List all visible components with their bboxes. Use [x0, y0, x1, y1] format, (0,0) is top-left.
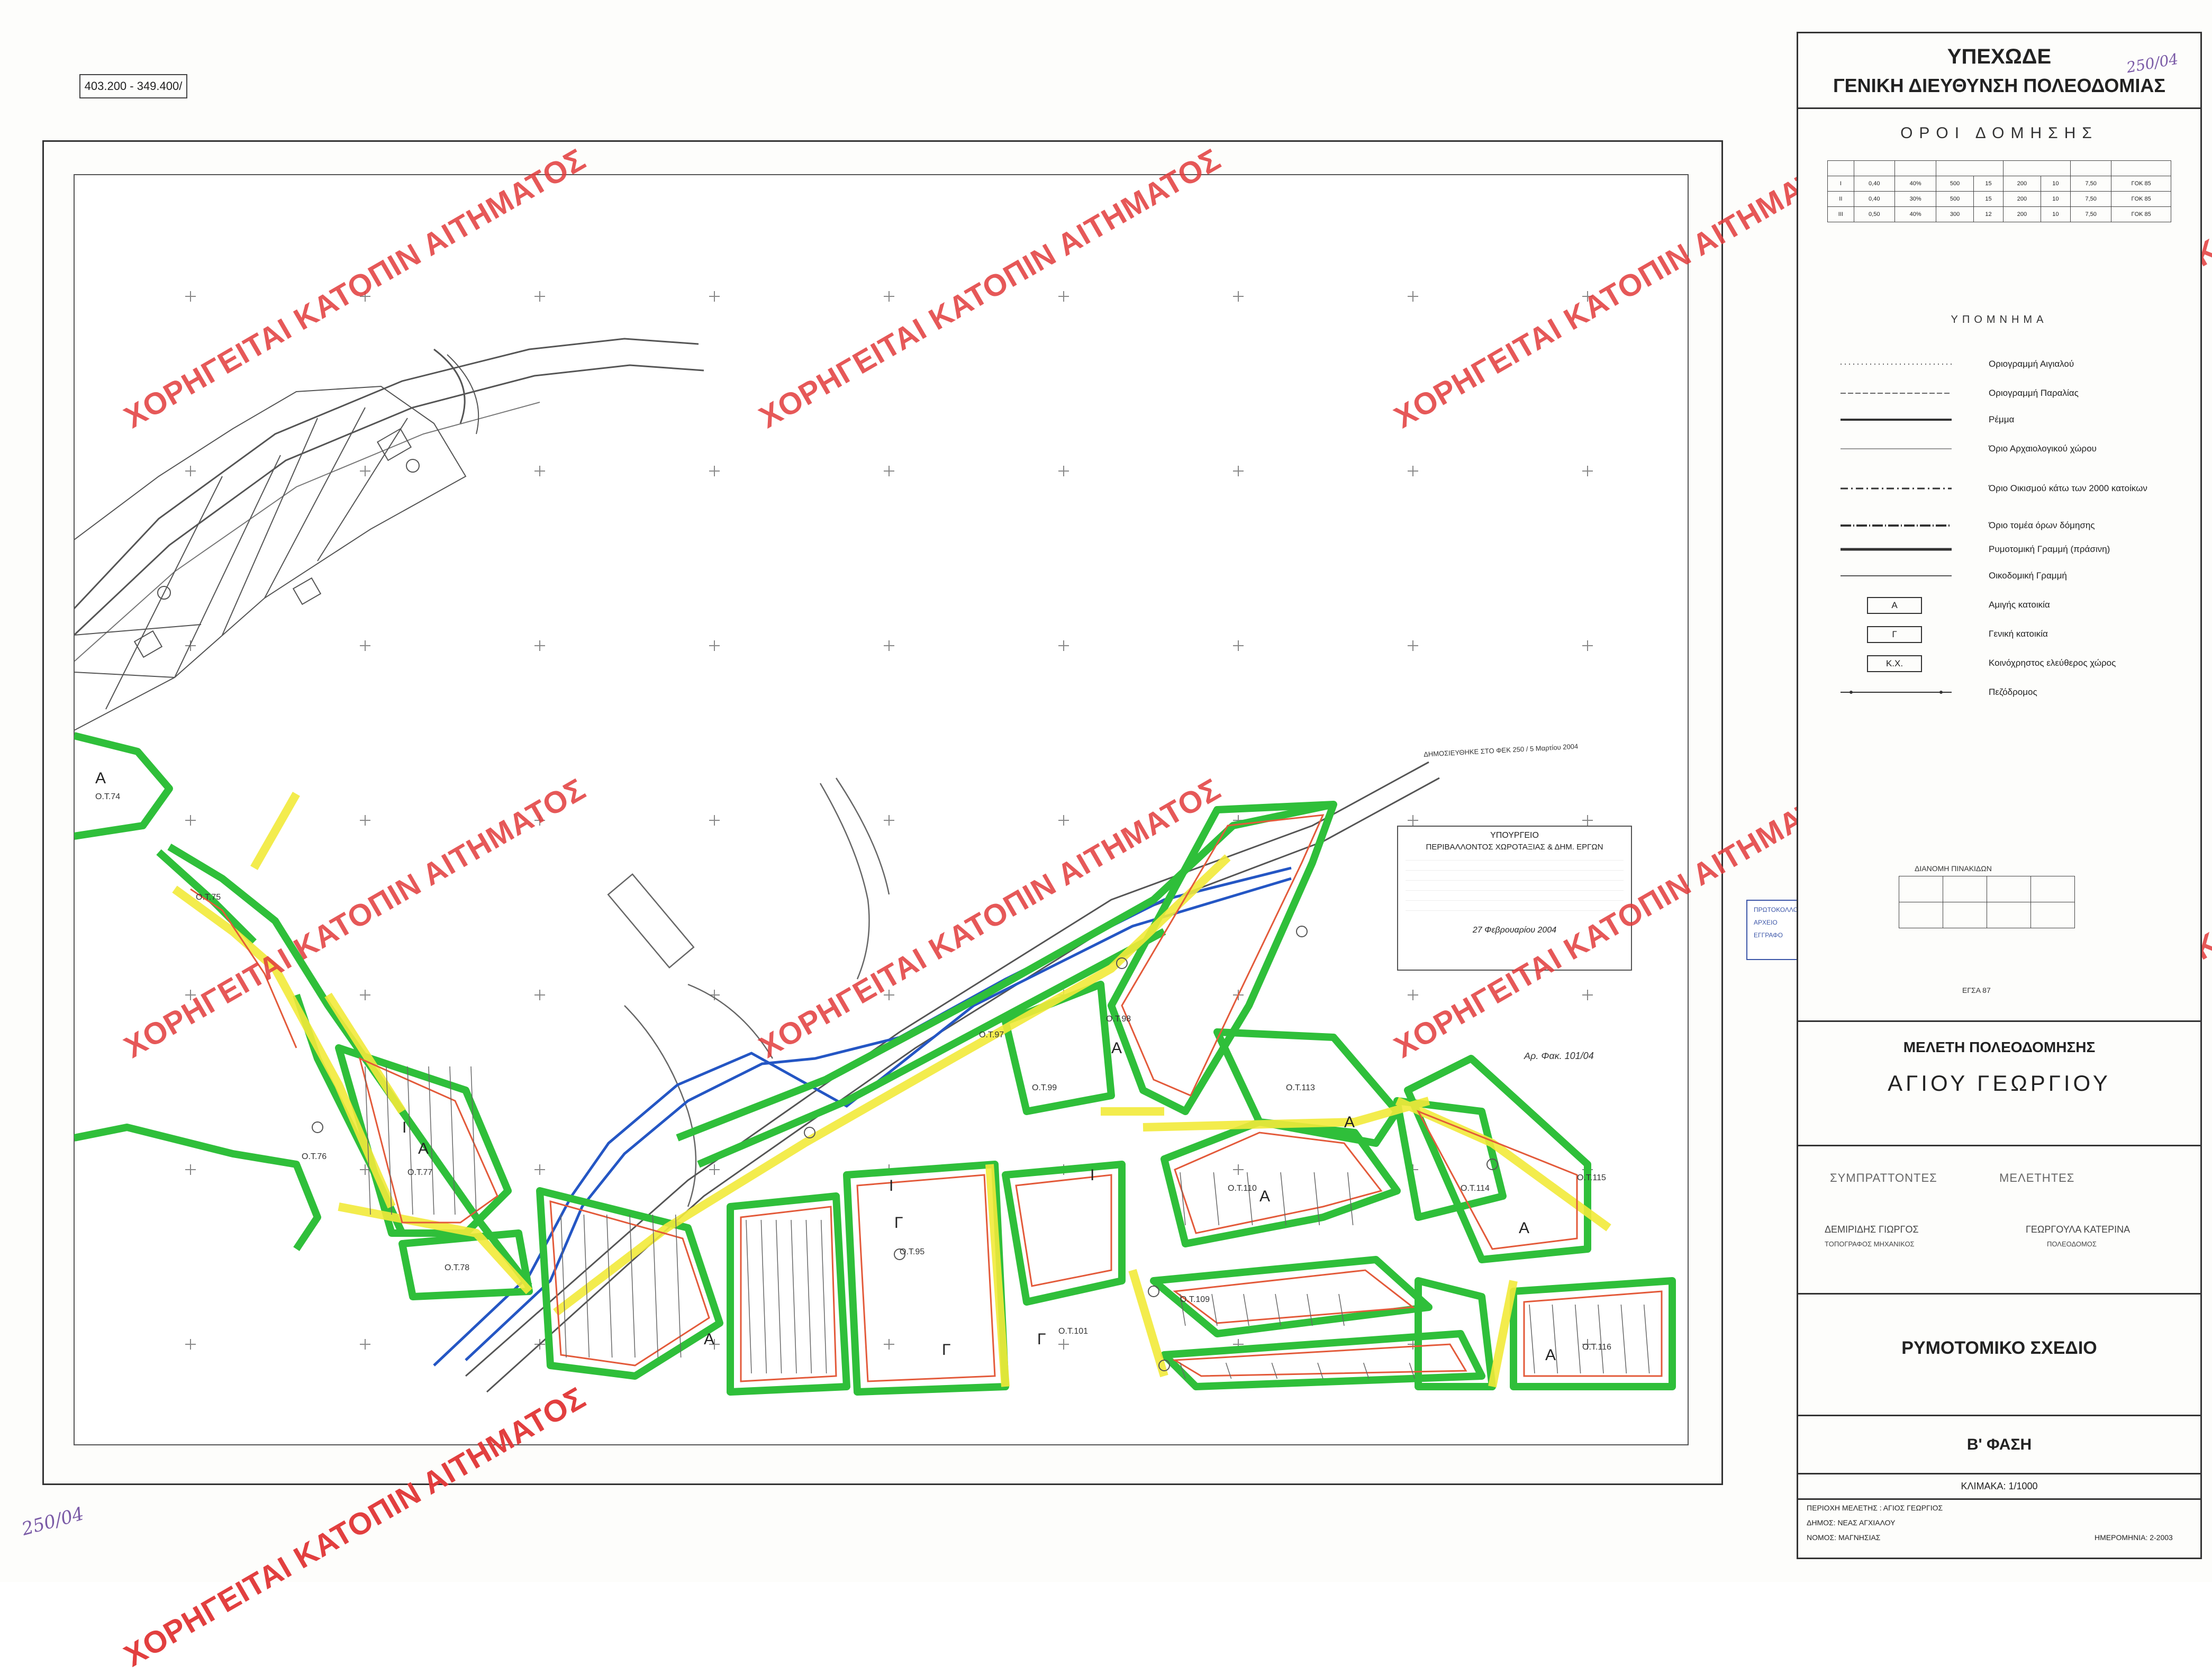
- block-label: Ο.Τ.110: [1228, 1184, 1257, 1193]
- svg-text:Α: Α: [1519, 1219, 1529, 1237]
- svg-text:Ι: Ι: [1090, 1166, 1094, 1184]
- person1-name: ΔΕΜΙΡΙΔΗΣ ΓΙΩΡΓΟΣ: [1825, 1224, 1919, 1235]
- sheet-index-caption: ΕΓΣΑ 87: [1962, 986, 1991, 994]
- date: ΗΜΕΡΟΜΗΝΙΑ: 2-2003: [2095, 1533, 2173, 1542]
- block-label: Ο.Τ.101: [1058, 1327, 1088, 1336]
- svg-text:Α: Α: [1344, 1114, 1355, 1131]
- svg-text:Α: Α: [418, 1140, 429, 1157]
- person2-name: ΓΕΩΡΓΟΥΛΑ ΚΑΤΕΡΙΝΑ: [2026, 1224, 2131, 1235]
- person2-role: ΠΟΛΕΟΔΟΜΟΣ: [2047, 1240, 2097, 1248]
- study-title: ΜΕΛΕΤΗ ΠΟΛΕΟΔΟΜΗΣΗΣ: [1903, 1039, 2096, 1055]
- svg-text:Α: Α: [704, 1331, 714, 1348]
- block-label: Ο.Τ.114: [1461, 1184, 1490, 1193]
- drawing-sheet: 403.200 - 349.400/ 250/04 Ο.Τ.74 Ο.Τ.75 …: [0, 0, 2212, 1673]
- sheet-index-grid: [1899, 876, 2075, 928]
- sheet-index-title: ΔΙΑΝΟΜΗ ΠΙΝΑΚΙΔΩΝ: [1915, 864, 1992, 873]
- scale: ΚΛΙΜΑΚΑ: 1/1000: [1961, 1481, 2038, 1491]
- municipality: ΔΗΜΟΣ: ΝΕΑΣ ΑΓΧΙΑΛΟΥ: [1807, 1518, 1896, 1527]
- legend-title: ΥΠΟΜΝΗΜΑ: [1951, 314, 2048, 325]
- phase: Β' ΦΑΣΗ: [1966, 1436, 2032, 1453]
- block-label: Ο.Τ.75: [196, 893, 221, 902]
- svg-text:Α: Α: [95, 770, 106, 787]
- block-label: Ο.Τ.116: [1582, 1343, 1611, 1352]
- block-label: Ο.Τ.98: [1106, 1015, 1131, 1024]
- cadastral-map: Ο.Τ.74 Ο.Τ.75 Ο.Τ.76 Ο.Τ.77 Ο.Τ.78 Ο.Τ.9…: [74, 174, 1689, 1445]
- svg-text:Γ: Γ: [942, 1341, 951, 1359]
- block-label: Ο.Τ.113: [1286, 1083, 1315, 1092]
- block-label: Ο.Τ.77: [407, 1168, 432, 1177]
- block-label: Ο.Τ.78: [445, 1263, 469, 1272]
- block-label: Ο.Τ.109: [1180, 1295, 1210, 1304]
- svg-text:Ι: Ι: [402, 1119, 406, 1136]
- block-label: Ο.Τ.76: [302, 1152, 327, 1161]
- svg-text:Ι: Ι: [889, 1177, 893, 1195]
- plan-type: ΡΥΜΟΤΟΜΙΚΟ ΣΧΕΔΙΟ: [1901, 1338, 2097, 1358]
- title-block: ΥΠΕΧΩΔΕ ΓΕΝΙΚΗ ΔΙΕΥΘΥΝΣΗ ΠΟΛΕΟΔΟΜΙΑΣ 250…: [1797, 32, 2202, 1559]
- table-row: ΙΙ 0,40 30% 500 15 200 10 7,50 ΓΟΚ 85: [1827, 191, 2171, 207]
- svg-text:Γ: Γ: [1037, 1331, 1046, 1348]
- study-area: ΠΕΡΙΟΧΗ ΜΕΛΕΤΗΣ : ΑΓΙΟΣ ΓΕΩΡΓΙΟΣ: [1807, 1504, 1943, 1512]
- building-terms-title: ΟΡΟΙ ΔΟΜΗΣΗΣ: [1900, 124, 2098, 142]
- svg-text:Α: Α: [1259, 1188, 1270, 1205]
- person1-role: ΤΟΠΟΓΡΑΦΟΣ ΜΗΧΑΝΙΚΟΣ: [1825, 1240, 1915, 1248]
- svg-text:Α: Α: [1111, 1039, 1122, 1057]
- designers-label: ΜΕΛΕΤΗΤΕΣ: [1999, 1171, 2075, 1184]
- table-row: ΙΙΙ 0,50 40% 300 12 200 10 7,50 ΓΟΚ 85: [1827, 206, 2171, 222]
- svg-text:Γ: Γ: [894, 1214, 903, 1232]
- svg-text:Α: Α: [1545, 1346, 1556, 1364]
- directorate-name: ΓΕΝΙΚΗ ΔΙΕΥΘΥΝΣΗ ΠΟΛΕΟΔΟΜΙΑΣ: [1833, 75, 2166, 96]
- block-label: Ο.Τ.115: [1577, 1173, 1606, 1182]
- prefecture: ΝΟΜΟΣ: ΜΑΓΝΗΣΙΑΣ: [1807, 1533, 1881, 1542]
- folder-note: Αρ. Φακ. 101/04: [1524, 1051, 1594, 1061]
- place-name: ΑΓΙΟΥ ΓΕΩΡΓΙΟΥ: [1888, 1071, 2111, 1096]
- block-label: Ο.Τ.97: [979, 1030, 1004, 1039]
- contractors-label: ΣΥΜΠΡΑΤΤΟΝΤΕΣ: [1830, 1171, 1937, 1184]
- table-row: Ι 0,40 40% 500 15 200 10 7,50 ΓΟΚ 85: [1827, 176, 2171, 192]
- block-label: Ο.Τ.95: [900, 1247, 924, 1256]
- block-label: Ο.Τ.74: [95, 792, 120, 801]
- block-label: Ο.Τ.99: [1032, 1083, 1057, 1092]
- building-terms-table: Ι 0,40 40% 500 15 200 10 7,50 ΓΟΚ 85 ΙΙ 0,40 30% 50…: [1827, 160, 2171, 222]
